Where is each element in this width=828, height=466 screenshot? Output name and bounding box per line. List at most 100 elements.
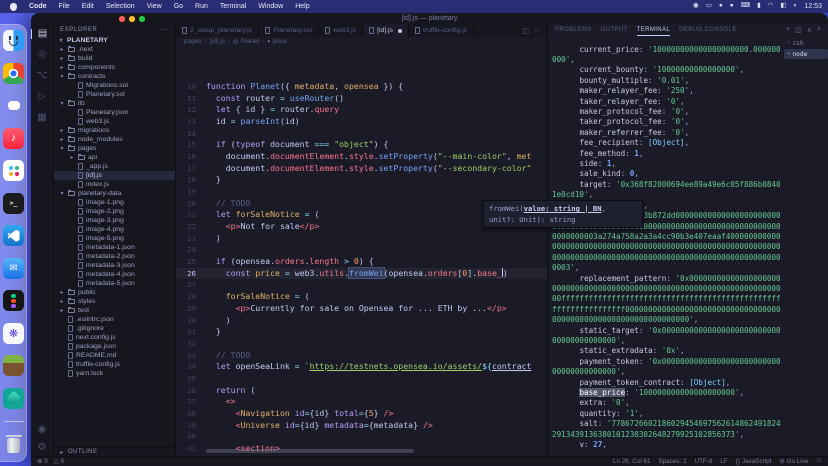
graphics-app-dock-icon[interactable]: ❋ xyxy=(3,323,24,344)
panel-tab-terminal[interactable]: TERMINAL xyxy=(637,24,671,36)
code-line-24[interactable]: 24 xyxy=(176,244,547,256)
status-eol[interactable]: LF xyxy=(720,458,727,465)
tree-item-pages[interactable]: ▾pages xyxy=(54,144,175,153)
code-line-31[interactable]: 31 } xyxy=(176,326,547,338)
tree-item-metadata-4.json[interactable]: metadata-4.json xyxy=(54,270,175,279)
code-line-18[interactable]: 18 } xyxy=(176,174,547,186)
breadcrumb-item-[id].js[interactable]: [id].js xyxy=(210,38,225,45)
mail-dock-icon[interactable]: ✉ xyxy=(3,258,24,279)
code-line-32[interactable]: 32 xyxy=(176,338,547,350)
tree-item-_app.js[interactable]: _app.js xyxy=(54,162,175,171)
panel-tab-problems[interactable]: PROBLEMS xyxy=(555,24,592,36)
tab-truffle-config.js[interactable]: truffle-config.js xyxy=(409,24,474,37)
tree-item-lib[interactable]: ▾lib xyxy=(54,99,175,108)
battery-icon[interactable]: ▮ xyxy=(757,3,761,10)
breadcrumb-item-pages[interactable]: pages xyxy=(184,38,202,45)
tree-item-components[interactable]: ▸components xyxy=(54,63,175,72)
code-line-26[interactable]: 26 const price = web3.utils.fromWei(open… xyxy=(176,268,547,280)
music-dock-icon[interactable]: ♪ xyxy=(3,128,24,149)
status-errors[interactable]: ⊗0 xyxy=(37,458,48,465)
tree-item-metadata-3.json[interactable]: metadata-3.json xyxy=(54,261,175,270)
tree-item-Migrations.sol[interactable]: Migrations.sol xyxy=(54,81,175,90)
display-icon[interactable]: ▭ xyxy=(706,3,712,10)
figma-dock-icon[interactable] xyxy=(3,290,24,311)
tree-item-Planetary.json[interactable]: Planetary.json xyxy=(54,108,175,117)
horizontal-scrollbar[interactable] xyxy=(206,449,414,453)
terminal-process-zsh[interactable]: ›zsh xyxy=(784,38,828,48)
code-line-38[interactable]: 38 <Navigation id={id} total={5} /> xyxy=(176,408,547,420)
extensions-icon[interactable]: ▦ xyxy=(31,113,53,123)
close-window-button[interactable] xyxy=(119,16,125,22)
tree-item-truffle-config.js[interactable]: truffle-config.js xyxy=(54,360,175,369)
outline-section-header[interactable]: ▸ OUTLINE xyxy=(54,447,175,456)
status-warnings[interactable]: △0 xyxy=(54,458,64,465)
messages-dock-icon[interactable] xyxy=(3,95,24,116)
tree-item-[id].js[interactable]: [id].js xyxy=(54,171,175,180)
menu-item-file[interactable]: File xyxy=(53,3,76,10)
tree-item-api[interactable]: ▸api xyxy=(54,153,175,162)
new-terminal-icon[interactable]: + xyxy=(786,26,790,34)
google-chrome-dock-icon[interactable] xyxy=(3,63,24,84)
apple-logo-icon[interactable] xyxy=(10,3,17,11)
menu-item-code[interactable]: Code xyxy=(23,3,53,10)
code-line-34[interactable]: 34 let openSeaLink = `https://testnets.o… xyxy=(176,361,547,373)
run-debug-icon[interactable]: ▷ xyxy=(31,92,53,102)
tab-web3.js[interactable]: web3.js xyxy=(319,24,363,37)
tree-item-package.json[interactable]: package.json xyxy=(54,342,175,351)
status-notifications[interactable]: ⚐ xyxy=(816,458,822,465)
tree-item-metadata-1.json[interactable]: metadata-1.json xyxy=(54,243,175,252)
code-line-29[interactable]: 29 <p>Currently for sale on Opensea for … xyxy=(176,303,547,315)
code-line-17[interactable]: 17 document.documentElement.style.setPro… xyxy=(176,163,547,175)
code-line-36[interactable]: 36 return ( xyxy=(176,385,547,397)
control-center-icon[interactable]: ◧ xyxy=(780,3,786,10)
code-line-25[interactable]: 25 if (opensea.orders.length > 0) { xyxy=(176,256,547,268)
code-line-37[interactable]: 37 <> xyxy=(176,396,547,408)
vs-code-dock-icon[interactable] xyxy=(3,225,24,246)
search-icon[interactable]: ◎ xyxy=(31,50,53,60)
code-line-11[interactable]: 11 const router = useRouter() xyxy=(176,93,547,105)
code-line-40[interactable]: 40 xyxy=(176,431,547,443)
tree-item-.next[interactable]: ▸.next xyxy=(54,45,175,54)
code-line-15[interactable]: 15 if (typeof document === "object") { xyxy=(176,139,547,151)
tree-item-yarn.lock[interactable]: yarn.lock xyxy=(54,369,175,378)
siri-icon[interactable]: ◐ xyxy=(794,3,798,10)
tab-Planetary.sol[interactable]: Planetary.sol xyxy=(259,24,319,37)
explorer-icon[interactable]: ▤ xyxy=(31,29,53,39)
tree-item-styles[interactable]: ▸styles xyxy=(54,297,175,306)
tree-item-metadata-5.json[interactable]: metadata-5.json xyxy=(54,279,175,288)
status-app1-icon[interactable]: ● xyxy=(719,3,723,10)
code-line-35[interactable]: 35 xyxy=(176,373,547,385)
workspace-root-row[interactable]: ▾ PLANETARY xyxy=(54,35,175,45)
tree-item-next.config.js[interactable]: next.config.js xyxy=(54,333,175,342)
keyboard-icon[interactable]: ⌨ xyxy=(741,3,750,10)
status-cursor-position[interactable]: Ln 26, Col 61 xyxy=(613,458,650,465)
tree-item-.gitignore[interactable]: .gitignore xyxy=(54,324,175,333)
tree-item-image-1.png[interactable]: image-1.png xyxy=(54,198,175,207)
status-language-mode[interactable]: {}JavaScript xyxy=(736,458,772,465)
code-line-13[interactable]: 13 id = parseInt(id) xyxy=(176,116,547,128)
minecraft-dock-icon[interactable] xyxy=(3,355,24,376)
code-line-19[interactable]: 19 xyxy=(176,186,547,198)
code-line-10[interactable]: 10function Planet({ metadata, opensea })… xyxy=(176,81,547,93)
split-editor-icon[interactable]: ◫ xyxy=(522,27,529,35)
code-editor[interactable]: 10function Planet({ metadata, opensea })… xyxy=(176,46,547,456)
tooltip-param-link[interactable]: value: string | BN xyxy=(524,204,602,213)
slack-dock-icon[interactable] xyxy=(3,160,24,181)
code-line-23[interactable]: 23 ) xyxy=(176,233,547,245)
tab-2_setup_planetary.js[interactable]: 2_setup_planetary.js xyxy=(176,24,259,37)
modified-dot-icon[interactable] xyxy=(398,29,402,33)
breadcrumb-item-Planet[interactable]: Planet xyxy=(241,38,259,45)
menu-item-view[interactable]: View xyxy=(141,3,168,10)
terminal-output[interactable]: current_price: '100000000000000000000.00… xyxy=(548,44,784,449)
status-go-live[interactable]: ⊘Go Live xyxy=(779,458,808,465)
trash-dock-icon[interactable] xyxy=(3,435,24,456)
window-title-bar[interactable]: [id].js — planetary xyxy=(31,13,828,24)
menu-item-go[interactable]: Go xyxy=(168,3,189,10)
code-line-39[interactable]: 39 <Universe id={id} metadata={metadata}… xyxy=(176,420,547,432)
terminal-dock-icon[interactable]: >_ xyxy=(3,193,24,214)
tree-item-index.js[interactable]: index.js xyxy=(54,180,175,189)
more-actions-icon[interactable]: ⋯ xyxy=(161,26,169,34)
breadcrumb[interactable]: pages›[id].js›◇Planet›▪price xyxy=(176,37,547,46)
code-line-27[interactable]: 27 xyxy=(176,279,547,291)
tree-item-metadata-2.json[interactable]: metadata-2.json xyxy=(54,252,175,261)
